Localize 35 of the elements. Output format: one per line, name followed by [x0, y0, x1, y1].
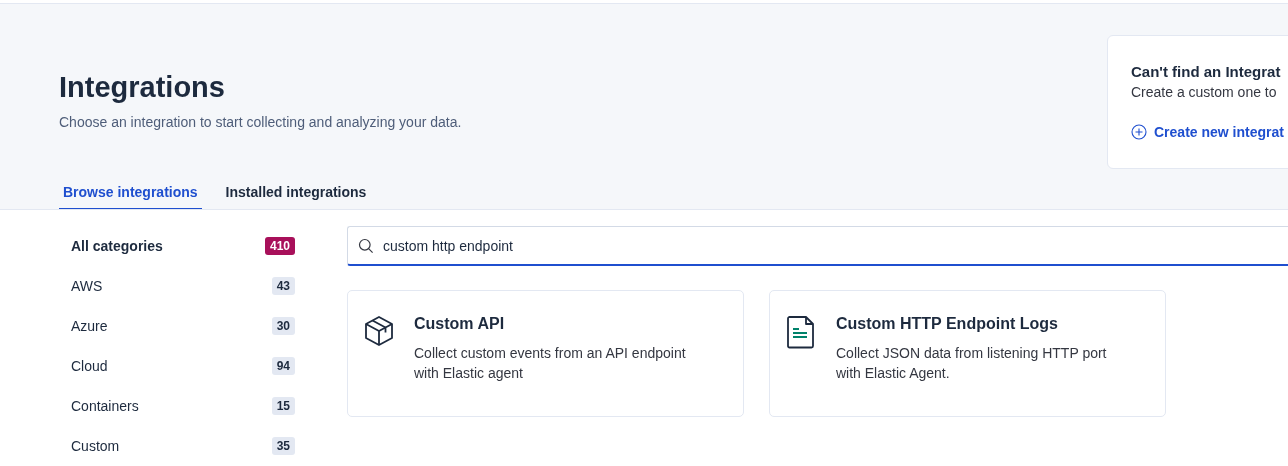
card-title: Custom HTTP Endpoint Logs — [836, 315, 1059, 333]
page-title: Integrations — [59, 70, 226, 104]
count-badge: 43 — [271, 277, 295, 295]
category-item[interactable]: Containers 15 — [59, 386, 295, 426]
category-item[interactable]: Azure 30 — [59, 306, 295, 346]
search-field[interactable]: custom http endpoint — [347, 226, 1288, 266]
tab[interactable]: Browse integrations — [59, 178, 202, 209]
plus-circle-icon — [1131, 124, 1147, 140]
category-label: Containers — [71, 398, 139, 414]
create-integration-link[interactable]: Create new integrat — [1131, 124, 1284, 140]
count-badge: 410 — [264, 237, 295, 255]
page-subtitle: Choose an integration to start collecting and analyzing your data. — [59, 114, 463, 130]
category-label: Azure — [71, 318, 108, 334]
document-icon — [786, 315, 816, 349]
category-label: Custom — [71, 438, 120, 454]
count-badge: 15 — [271, 397, 295, 415]
count-badge: 30 — [271, 317, 295, 335]
category-item[interactable]: AWS 43 — [59, 266, 295, 306]
integration-card[interactable]: Custom API Collect custom events from an API endpoint with Elastic agent — [347, 290, 744, 417]
integration-card[interactable]: Custom HTTP Endpoint Logs Collect JSON data from listening HTTP port with Elastic Agent. — [769, 290, 1166, 417]
category-label: AWS — [71, 278, 103, 294]
card-description: Collect custom events from an API endpoint with Elastic agent — [414, 344, 687, 383]
category-label: Cloud — [71, 358, 108, 374]
count-badge: 35 — [271, 437, 295, 455]
count-badge: 94 — [271, 357, 295, 375]
card-description: Collect JSON data from listening HTTP port with Elastic Agent. — [836, 344, 1108, 383]
tab[interactable]: Installed integrations — [221, 178, 371, 209]
help-card-title: Can't find an Integrat — [1131, 63, 1282, 80]
help-card-text: Create a custom one to — [1131, 84, 1278, 100]
category-item[interactable]: All categories 410 — [59, 226, 295, 266]
card-title: Custom API — [414, 315, 506, 333]
category-label: All categories — [71, 238, 163, 254]
category-item[interactable]: Custom 35 — [59, 426, 295, 466]
category-item[interactable]: Cloud 94 — [59, 346, 295, 386]
box-icon — [364, 315, 394, 347]
